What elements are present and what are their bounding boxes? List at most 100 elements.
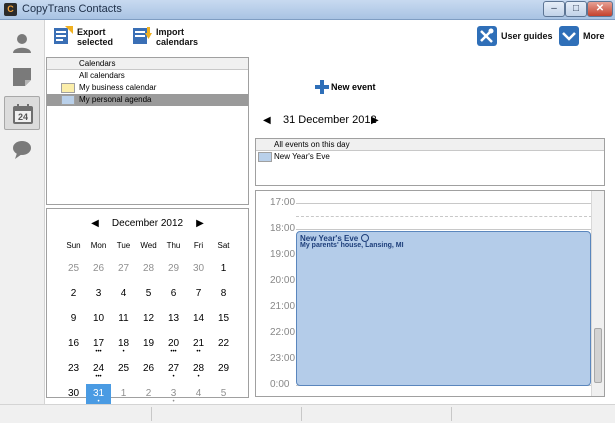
day-cell[interactable]: 8 xyxy=(211,284,236,306)
day-cell[interactable]: 10 xyxy=(86,309,111,331)
day-cell[interactable]: 3 • xyxy=(161,384,186,406)
day-number: 11 xyxy=(118,313,129,324)
import-calendars-button[interactable]: Import calendars xyxy=(132,25,212,51)
tools-icon xyxy=(477,26,497,46)
next-month-button[interactable]: ▶ xyxy=(196,218,204,229)
day-cell[interactable]: 4 xyxy=(111,284,136,306)
day-number: 21 xyxy=(192,338,205,349)
day-cell[interactable]: 27 • xyxy=(161,359,186,381)
day-cell[interactable]: 2 xyxy=(61,284,86,306)
close-button[interactable]: ✕ xyxy=(587,1,613,17)
day-cell[interactable]: 1 xyxy=(111,384,136,406)
next-day-button[interactable]: ▶ xyxy=(371,115,379,126)
day-number: 15 xyxy=(217,313,230,324)
more-label: More xyxy=(583,31,605,41)
hour-label: 17:00 xyxy=(270,197,296,208)
day-cell[interactable]: 30 xyxy=(186,259,211,281)
day-cell[interactable]: 29 xyxy=(161,259,186,281)
day-cell[interactable]: 2 xyxy=(136,384,161,406)
weekday-header: Wed xyxy=(140,241,157,250)
more-button[interactable]: More xyxy=(559,25,607,51)
calendar-item-label: My business calendar xyxy=(79,83,157,92)
day-cell[interactable]: 1 xyxy=(211,259,236,281)
day-view-date: 31 December 2012 xyxy=(283,114,377,126)
calendars-list: Calendars All calendars My business cale… xyxy=(46,57,249,205)
all-day-events: All events on this day New Year's Eve xyxy=(255,138,605,186)
hour-label: 20:00 xyxy=(270,275,296,286)
day-number: 6 xyxy=(170,288,177,299)
sidebar-item-notes[interactable] xyxy=(4,60,40,94)
day-cell[interactable]: 7 xyxy=(186,284,211,306)
status-bar xyxy=(0,404,615,423)
day-cell[interactable]: 4 xyxy=(186,384,211,406)
day-cell[interactable]: 6 xyxy=(161,284,186,306)
sidebar-item-messages[interactable] xyxy=(4,133,40,167)
day-cell[interactable]: 26 xyxy=(86,259,111,281)
day-number: 26 xyxy=(92,263,105,274)
day-cell[interactable]: 24 ••• xyxy=(86,359,111,381)
day-number: 31 xyxy=(92,388,105,399)
day-cell[interactable]: 23 xyxy=(61,359,86,381)
day-cell[interactable]: 9 xyxy=(61,309,86,331)
event-dots: •• xyxy=(196,349,201,355)
day-cell[interactable]: 28 • xyxy=(186,359,211,381)
hour-label: 18:00 xyxy=(270,223,296,234)
timeline-scrollbar[interactable] xyxy=(591,191,604,396)
day-cell[interactable]: 25 xyxy=(111,359,136,381)
day-cell[interactable]: 5 xyxy=(211,384,236,406)
day-cell[interactable]: 13 xyxy=(161,309,186,331)
day-number: 3 xyxy=(95,288,102,299)
day-cell[interactable]: 19 xyxy=(136,334,161,356)
note-icon xyxy=(13,68,31,86)
event-block[interactable]: New Year's Eve My parents' house, Lansin… xyxy=(296,231,591,386)
prev-day-button[interactable]: ◀ xyxy=(263,115,271,126)
day-number: 18 xyxy=(117,338,130,349)
timeline-scroll-thumb[interactable] xyxy=(594,328,602,383)
day-cell[interactable]: 22 xyxy=(211,334,236,356)
prev-month-button[interactable]: ◀ xyxy=(91,218,99,229)
day-cell[interactable]: 5 xyxy=(136,284,161,306)
minimize-button[interactable]: – xyxy=(543,1,565,17)
day-number: 29 xyxy=(217,363,230,374)
day-cell-today[interactable]: 31 • xyxy=(86,384,111,406)
day-cell[interactable]: 3 xyxy=(86,284,111,306)
day-cell[interactable]: 12 xyxy=(136,309,161,331)
day-cell[interactable]: 15 xyxy=(211,309,236,331)
day-cell[interactable]: 28 xyxy=(136,259,161,281)
day-cell[interactable]: 27 xyxy=(111,259,136,281)
day-cell[interactable]: 11 xyxy=(111,309,136,331)
day-number: 25 xyxy=(117,363,130,374)
window-title: CopyTrans Contacts xyxy=(22,3,122,15)
maximize-button[interactable]: □ xyxy=(565,1,587,17)
calendar-item-all[interactable]: All calendars xyxy=(47,70,248,82)
all-day-event-row[interactable]: New Year's Eve xyxy=(256,151,604,163)
day-cell[interactable]: 16 xyxy=(61,334,86,356)
title-bar: C CopyTrans Contacts – □ ✕ xyxy=(0,0,615,20)
day-number: 4 xyxy=(120,288,127,299)
calendar-item-business[interactable]: My business calendar xyxy=(47,82,248,94)
sidebar-item-calendar[interactable]: 24 xyxy=(4,96,40,130)
half-hour-line xyxy=(296,216,592,217)
event-dots: ••• xyxy=(95,349,102,355)
day-cell[interactable]: 14 xyxy=(186,309,211,331)
sidebar-item-contacts[interactable] xyxy=(4,26,40,60)
mini-calendar-nav: ◀ December 2012 ▶ xyxy=(47,217,248,233)
day-cell[interactable]: 17 ••• xyxy=(86,334,111,356)
day-cell[interactable]: 25 xyxy=(61,259,86,281)
new-event-label: New event xyxy=(331,82,376,92)
day-number: 30 xyxy=(192,263,205,274)
export-selected-button[interactable]: Export selected xyxy=(53,25,123,51)
calendar-item-personal[interactable]: My personal agenda xyxy=(47,94,248,106)
day-cell[interactable]: 26 xyxy=(136,359,161,381)
weekday-header: Fri xyxy=(193,241,204,250)
day-cell[interactable]: 30 xyxy=(61,384,86,406)
day-cell[interactable]: 21 •• xyxy=(186,334,211,356)
day-cell[interactable]: 20 ••• xyxy=(161,334,186,356)
user-guides-button[interactable]: User guides xyxy=(477,25,553,51)
all-day-event-label: New Year's Eve xyxy=(274,152,330,161)
day-cell[interactable]: 29 xyxy=(211,359,236,381)
day-number: 26 xyxy=(142,363,155,374)
weekday-header: Sat xyxy=(217,241,230,250)
day-cell[interactable]: 18 • xyxy=(111,334,136,356)
clock-icon xyxy=(361,234,370,242)
